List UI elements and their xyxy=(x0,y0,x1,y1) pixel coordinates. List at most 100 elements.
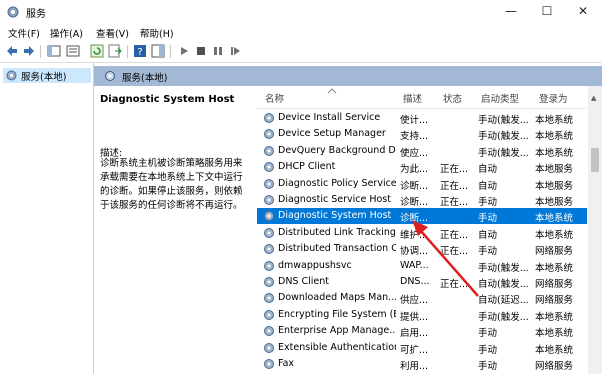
service-logon-cell: 本地系统 xyxy=(535,229,574,241)
services-list: 名称 描述 状态 启动类型 登录为 Device Install Service… xyxy=(257,86,602,374)
service-gear-icon xyxy=(264,178,274,189)
service-gear-icon xyxy=(264,277,274,287)
table-row[interactable]: Device Setup Manager 支持... 手动(触发... 本地系统 xyxy=(257,126,587,142)
scroll-up-icon[interactable]: ▲ xyxy=(591,94,596,102)
service-gear-icon xyxy=(264,211,274,222)
service-logon-cell: 网络服务 xyxy=(535,361,574,372)
service-name-cell: Device Setup Manager xyxy=(278,128,386,140)
service-logon-cell: 本地服务 xyxy=(535,164,574,176)
console-tree-icon[interactable] xyxy=(47,44,61,58)
service-name-cell: DHCP Client xyxy=(278,161,336,173)
service-logon-cell: 本地系统 xyxy=(535,131,574,143)
svg-text:?: ? xyxy=(137,47,142,58)
services-gear-icon xyxy=(6,70,17,81)
export-list-icon[interactable] xyxy=(108,44,122,58)
table-row[interactable]: DNS Client DNS... 正在... 自动(触发... 网络服务 xyxy=(257,274,587,290)
service-startup-cell: 手动 xyxy=(478,246,498,258)
column-description[interactable]: 描述 xyxy=(403,91,422,105)
service-startup-cell: 自动(延迟... xyxy=(478,295,529,307)
service-description-cell: 维护... xyxy=(400,229,429,241)
tree-item-services-local[interactable]: 服务(本地) xyxy=(3,68,91,83)
service-startup-cell: 手动 xyxy=(478,344,498,356)
table-row[interactable]: Distributed Transaction C... 协调... 正在... 手动… xyxy=(257,241,587,257)
table-row[interactable]: Device Install Service 使计... 手动(触发... 本地系统 xyxy=(257,110,587,126)
table-row[interactable]: Encrypting File System (E... 提供... 手动(触发..… xyxy=(257,307,587,323)
table-row[interactable]: Enterprise App Manage... 启用... 手动 本地系统 xyxy=(257,323,587,339)
maximize-button[interactable]: ☐ xyxy=(530,0,564,24)
back-arrow-icon[interactable] xyxy=(5,44,19,58)
services-gear-icon xyxy=(105,71,115,81)
refresh-icon[interactable] xyxy=(90,44,104,58)
table-row[interactable]: Diagnostic Service Host 诊断... 正在... 手动 本地服务 xyxy=(257,192,587,208)
service-startup-cell: 手动(触发... xyxy=(478,147,529,159)
service-name-cell: Diagnostic Service Host xyxy=(278,194,391,205)
column-name[interactable]: 名称 xyxy=(265,91,284,105)
service-name-cell: dmwappushsvc xyxy=(278,259,352,271)
service-name-cell: Extensible Authentication... xyxy=(278,341,396,353)
service-logon-cell: 本地系统 xyxy=(535,344,574,356)
service-logon-cell: 本地系统 xyxy=(535,311,574,323)
service-description-cell: 启用... xyxy=(400,328,429,340)
table-row[interactable]: Diagnostic System Host 诊断... 手动 本地系统 xyxy=(257,208,587,225)
column-startup-type[interactable]: 启动类型 xyxy=(481,91,519,105)
table-row[interactable]: Diagnostic Policy Service 诊断... 正在... 自动 本地服… xyxy=(257,176,587,192)
service-description-cell: 供应... xyxy=(400,295,429,307)
service-description-cell: DNS... xyxy=(400,276,430,287)
service-description-panel: Diagnostic System Host 描述: 诊断系统主机被诊断策略服务… xyxy=(94,86,256,374)
table-row[interactable]: DevQuery Background D... 使应... 手动(触发... 本地系… xyxy=(257,143,587,159)
help-icon[interactable]: ? xyxy=(133,44,147,58)
service-startup-cell: 手动 xyxy=(478,361,498,372)
description-text: 诊断系统主机被诊断策略服务用来承载需要在本地系统上下文中运行的诊断。如果停止该服… xyxy=(100,158,243,211)
column-logon-as[interactable]: 登录为 xyxy=(539,91,568,105)
vertical-scrollbar[interactable]: ▲ xyxy=(588,86,602,374)
service-startup-cell: 手动(触发... xyxy=(478,131,529,143)
menu-help[interactable]: 帮助(H) xyxy=(140,26,174,40)
service-description-cell: 使计... xyxy=(400,115,429,126)
service-name-cell: Fax xyxy=(278,358,295,369)
service-gear-icon xyxy=(264,309,274,320)
column-status[interactable]: 状态 xyxy=(443,91,462,105)
table-row[interactable]: DHCP Client 为此... 正在... 自动 本地服务 xyxy=(257,159,587,175)
service-gear-icon xyxy=(264,260,274,271)
service-logon-cell: 网络服务 xyxy=(535,295,574,307)
service-description-cell: 协调... xyxy=(400,246,429,258)
column-header-row: 名称 描述 状态 启动类型 登录为 xyxy=(257,86,587,109)
service-gear-icon xyxy=(264,244,274,255)
properties-list-icon[interactable] xyxy=(66,44,80,58)
pause-service-icon[interactable] xyxy=(211,44,225,58)
service-name-cell: DevQuery Background D... xyxy=(278,144,396,156)
pane-header-title: 服务(本地) xyxy=(122,73,168,84)
menu-view[interactable]: 查看(V) xyxy=(96,26,129,40)
table-row[interactable]: Extensible Authentication... 可扩... 手动 本地系统 xyxy=(257,340,587,356)
service-startup-cell: 手动(触发... xyxy=(478,262,529,274)
service-gear-icon xyxy=(264,227,274,238)
service-logon-cell: 本地系统 xyxy=(535,262,574,274)
service-name-cell: Diagnostic System Host xyxy=(278,210,392,222)
forward-arrow-icon[interactable] xyxy=(22,44,36,58)
services-gear-icon xyxy=(7,6,19,18)
scroll-thumb[interactable] xyxy=(591,148,599,172)
tree-item-label: 服务(本地) xyxy=(21,72,67,83)
service-description-cell: 为此... xyxy=(400,164,429,176)
table-row[interactable]: Downloaded Maps Man... 供应... 自动(延迟... 网络服务 xyxy=(257,290,587,306)
window-title: 服务 xyxy=(26,9,46,20)
stop-service-icon[interactable] xyxy=(194,44,208,58)
table-row[interactable]: Distributed Link Tracking... 维护... 正在... 自动… xyxy=(257,225,587,241)
close-button[interactable]: ✕ xyxy=(566,0,600,24)
service-description-cell: 诊断... xyxy=(400,180,429,192)
service-description-cell: 可扩... xyxy=(400,344,429,356)
service-gear-icon xyxy=(264,195,274,205)
menu-action[interactable]: 操作(A) xyxy=(50,26,83,40)
start-service-icon[interactable] xyxy=(177,44,191,58)
service-gear-icon xyxy=(264,113,274,123)
restart-service-icon[interactable] xyxy=(228,44,242,58)
service-startup-cell: 手动(触发... xyxy=(478,115,529,126)
menu-file[interactable]: 文件(F) xyxy=(8,26,40,40)
service-description-cell: 使应... xyxy=(400,147,429,159)
service-description-cell: 提供... xyxy=(400,311,429,323)
service-logon-cell: 本地系统 xyxy=(535,328,574,340)
show-action-pane-icon[interactable] xyxy=(151,44,165,58)
minimize-button[interactable]: — xyxy=(494,0,528,24)
table-row[interactable]: Fax 利用... 手动 网络服务 xyxy=(257,356,587,372)
table-row[interactable]: dmwappushsvc WAP... 手动(触发... 本地系统 xyxy=(257,258,587,274)
